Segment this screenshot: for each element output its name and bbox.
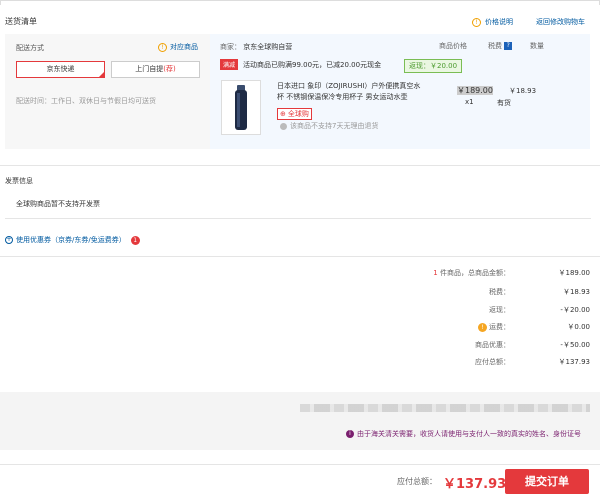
summary-value: ￥137.93 xyxy=(558,358,591,366)
back-to-cart-link[interactable]: 返回修改购物车 xyxy=(536,17,585,27)
item-tax: ￥18.93 xyxy=(509,87,537,95)
summary-label: 运费： xyxy=(489,323,510,331)
coupon-count-badge: 1 xyxy=(130,235,140,245)
no-return-text: 该商品不支持7天无理由退货 xyxy=(290,122,379,130)
summary-value: ￥0.00 xyxy=(567,323,590,331)
info-icon: ! xyxy=(472,17,481,27)
divider xyxy=(0,256,600,257)
summary-goods-total: 1 件商品，总商品金额： ￥189.00 xyxy=(380,268,590,280)
customs-notice: i 由于海关清关需要，收货人请使用与支付人一致的真实的姓名、身份证号 xyxy=(346,429,581,439)
invoice-text: 全球购商品暂不支持开发票 xyxy=(16,200,100,208)
customs-text: 由于海关清关需要，收货人请使用与支付人一致的真实的姓名、身份证号 xyxy=(357,430,581,438)
merchant-label: 商家： xyxy=(220,43,241,51)
divider xyxy=(5,218,591,219)
summary-value: ￥18.93 xyxy=(562,288,590,296)
col-tax-label: 税费 xyxy=(488,42,502,50)
summary-row-discount: 商品优惠： -￥50.00 xyxy=(380,340,590,352)
global-label: 全球购 xyxy=(287,110,309,118)
merchant-info: 商家： 京东全球购自营 xyxy=(220,42,292,52)
delivery-method-label: 配送方式 xyxy=(16,44,44,52)
item-price: ￥189.00 xyxy=(457,85,493,96)
promo-tag: 满减 xyxy=(220,59,239,70)
global-buy-tag: ⊕ 全球购 xyxy=(277,108,312,120)
no-return-notice: 该商品不支持7天无理由退货 xyxy=(280,121,378,131)
submit-order-button[interactable]: 提交订单 xyxy=(505,469,589,494)
info-icon: i xyxy=(346,430,354,438)
self-pickup-option[interactable]: 上门自提(荐) xyxy=(111,61,200,78)
col-qty-header: 数量 xyxy=(530,42,544,50)
summary-label: 商品优惠： xyxy=(475,341,510,349)
bottle-image xyxy=(235,85,247,130)
blurred-address xyxy=(300,404,590,412)
self-pickup-label: 上门自提 xyxy=(135,65,164,73)
global-icon: ⊕ xyxy=(280,110,286,118)
goods-count-suffix: 件商品，总商品金额： xyxy=(437,269,510,277)
item-stock: 有货 xyxy=(497,99,511,107)
match-goods-link[interactable]: ! 对应商品 xyxy=(158,42,198,52)
summary-row-cashback: 返现： -￥20.00 xyxy=(380,305,590,317)
summary-label: 税费： xyxy=(489,288,510,296)
summary-row-tax: 税费： ￥18.93 xyxy=(380,287,590,299)
payable-total-value: ￥137.93 xyxy=(443,477,507,492)
no-return-icon xyxy=(280,122,287,130)
summary-label: 应付总额： xyxy=(475,358,510,366)
payable-total-label: 应付总额： xyxy=(397,477,437,486)
price-explain-label: 价格说明 xyxy=(485,18,513,26)
summary-row-payable: 应付总额： ￥137.93 xyxy=(380,357,590,369)
section-title: 送货清单 xyxy=(5,17,37,26)
shipping-info-icon[interactable]: ! xyxy=(478,322,487,332)
col-price-header: 商品价格 xyxy=(439,42,467,50)
delivery-time: 配送时间：工作日、双休日与节假日均可送货 xyxy=(16,97,156,105)
address-panel xyxy=(0,392,600,450)
checkout-page: 送货清单 ! 价格说明 返回修改购物车 配送方式 ! 对应商品 京东快递 上门自… xyxy=(0,0,600,497)
goods-total-value: ￥189.00 xyxy=(558,269,591,277)
plus-icon: + xyxy=(5,236,13,244)
invoice-title: 发票信息 xyxy=(5,177,33,185)
promo-text: 活动商品已购满99.00元，已减20.00元现金 xyxy=(243,60,382,69)
tax-help-icon[interactable]: ? xyxy=(504,42,513,50)
item-price-value: ￥189.00 xyxy=(457,86,493,95)
recommend-tag: (荐) xyxy=(163,65,176,73)
price-explain-link[interactable]: ! 价格说明 xyxy=(472,17,513,27)
coupon-label: 使用优惠券（京券/东券/免运费券） xyxy=(16,236,126,244)
summary-row-shipping: ! 运费： ￥0.00 xyxy=(380,322,590,334)
jd-express-option[interactable]: 京东快递 xyxy=(16,61,105,78)
summary-shipping-label: ! 运费： xyxy=(478,322,510,332)
col-tax-header: 税费 ? xyxy=(488,41,513,51)
summary-goods-label: 1 件商品，总商品金额： xyxy=(433,268,510,278)
top-border xyxy=(0,0,600,5)
promo-line: 满减 活动商品已购满99.00元，已减20.00元现金 xyxy=(220,59,381,70)
merchant-name: 京东全球购自营 xyxy=(243,43,293,51)
summary-label: 返现： xyxy=(489,306,510,314)
product-image[interactable] xyxy=(221,80,261,135)
summary-value: -￥20.00 xyxy=(560,306,590,314)
item-qty: x1 xyxy=(465,98,474,106)
divider xyxy=(0,165,600,166)
info-icon: ! xyxy=(158,42,167,52)
use-coupon-link[interactable]: + 使用优惠券（京券/东券/免运费券） 1 xyxy=(5,235,140,245)
product-name-link[interactable]: 日本进口 象印（ZOJIRUSHI）户外便携真空水杯 不锈钢保温保冷专用杯子 男… xyxy=(277,81,427,103)
summary-value: -￥50.00 xyxy=(560,341,590,349)
cashback-badge: 返现：￥20.00 xyxy=(404,59,463,73)
match-goods-label: 对应商品 xyxy=(170,43,198,51)
